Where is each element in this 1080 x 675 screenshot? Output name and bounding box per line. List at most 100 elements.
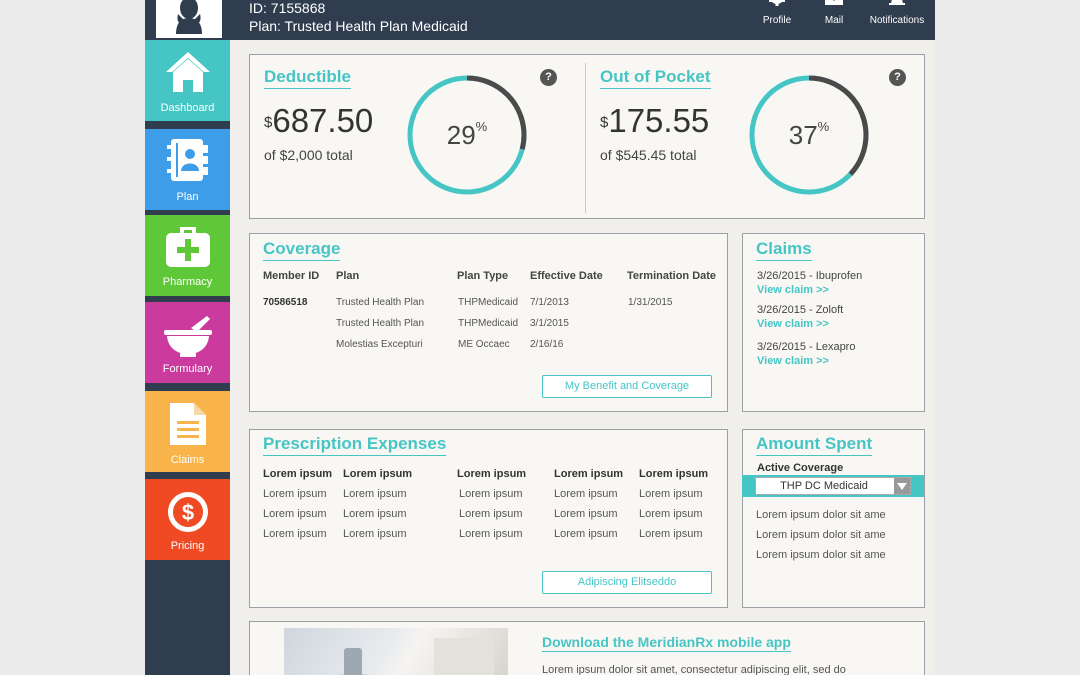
mortar-pestle-icon <box>164 316 212 357</box>
claim-item: 3/26/2015 - Ibuprofen <box>757 270 863 282</box>
sidebar-item-label: Pharmacy <box>162 276 213 288</box>
effective-date-cell: 3/1/2015 <box>530 318 569 329</box>
address-book-icon <box>167 139 208 181</box>
coverage-title: Coverage <box>263 239 341 261</box>
profile-label: Profile <box>762 15 792 26</box>
plan-type-cell: THPMedicaid <box>458 297 519 308</box>
out-of-pocket-total: of $545.45 total <box>600 147 697 163</box>
table-cell: Lorem ipsum <box>554 488 618 500</box>
view-claim-link[interactable]: View claim >> <box>757 284 829 296</box>
out-of-pocket-percent: 37% <box>747 73 871 197</box>
table-cell: Lorem ipsum <box>343 528 407 540</box>
amount-spent-line: Lorem ipsum dolor sit ame <box>756 529 886 541</box>
member-id-cell: 70586518 <box>263 297 308 308</box>
amount-spent-line: Lorem ipsum dolor sit ame <box>756 509 886 521</box>
chevron-down-icon[interactable] <box>894 478 910 494</box>
view-claim-link[interactable]: View claim >> <box>757 318 829 330</box>
table-cell: Lorem ipsum <box>263 488 327 500</box>
user-silhouette-icon <box>158 0 220 36</box>
sidebar-item-dashboard[interactable]: Dashboard <box>145 40 230 124</box>
percent-sign: % <box>475 119 488 134</box>
mail-icon <box>825 0 843 5</box>
member-id-text: ID: 7155868 <box>249 0 326 16</box>
mobile-app-description: Lorem ipsum dolor sit amet, consectetur … <box>542 664 846 675</box>
deductible-percent: 29% <box>405 73 529 197</box>
out-of-pocket-amount-value: 175.55 <box>608 102 710 139</box>
mail-button[interactable]: Mail <box>809 0 859 40</box>
table-cell: Lorem ipsum <box>263 528 327 540</box>
top-header: ID: 7155868 Plan: Trusted Health Plan Me… <box>145 0 935 40</box>
sidebar-item-plan[interactable]: Plan <box>145 129 230 213</box>
sidebar-item-pricing[interactable]: $ Pricing <box>145 479 230 563</box>
column-header: Plan <box>336 270 360 282</box>
out-of-pocket-help-icon[interactable]: ? <box>889 69 906 86</box>
column-header: Lorem ipsum <box>457 468 527 480</box>
adipiscing-button[interactable]: Adipiscing Elitseddo <box>542 571 712 594</box>
effective-date-cell: 2/16/16 <box>530 339 564 350</box>
column-header: Lorem ipsum <box>639 468 709 480</box>
plan-cell: Trusted Health Plan <box>336 297 425 308</box>
view-claim-link[interactable]: View claim >> <box>757 355 829 367</box>
column-header: Plan Type <box>457 270 509 282</box>
column-header: Member ID <box>263 270 320 282</box>
amount-spent-card: Amount Spent Active Coverage THP DC Medi… <box>742 429 925 608</box>
percent-sign: % <box>817 119 830 134</box>
sidebar-item-label: Formulary <box>162 363 213 375</box>
table-cell: Lorem ipsum <box>343 508 407 520</box>
active-coverage-bar: THP DC Medicaid <box>742 475 924 497</box>
sidebar-item-label: Claims <box>170 454 205 466</box>
table-cell: Lorem ipsum <box>639 488 703 500</box>
deductible-help-icon[interactable]: ? <box>540 69 557 86</box>
notifications-label: Notifications <box>869 15 925 26</box>
mail-label: Mail <box>824 15 844 26</box>
sidebar-item-claims[interactable]: Claims <box>145 391 230 475</box>
download-app-link[interactable]: Download the MeridianRx mobile app <box>542 633 791 652</box>
table-cell: Lorem ipsum <box>459 528 523 540</box>
currency-symbol: $ <box>264 114 273 131</box>
plan-type-cell: THPMedicaid <box>458 318 519 329</box>
table-cell: Lorem ipsum <box>263 508 327 520</box>
table-cell: Lorem ipsum <box>639 528 703 540</box>
bell-icon <box>889 0 905 5</box>
home-icon <box>166 52 210 92</box>
sidebar-item-pharmacy[interactable]: Pharmacy <box>145 215 230 299</box>
document-icon <box>170 403 206 445</box>
table-cell: Lorem ipsum <box>554 508 618 520</box>
dollar-icon: $ <box>168 492 208 532</box>
claim-item: 3/26/2015 - Lexapro <box>757 341 856 353</box>
out-of-pocket-percent-value: 37 <box>788 120 818 150</box>
member-plan-text: Plan: Trusted Health Plan Medicaid <box>249 18 468 34</box>
plan-type-cell: ME Occaec <box>458 339 510 350</box>
column-header: Lorem ipsum <box>263 468 333 480</box>
table-cell: Lorem ipsum <box>554 528 618 540</box>
sidebar-item-formulary[interactable]: Formulary <box>145 302 230 386</box>
plan-cell: Molestias Excepturi <box>336 339 423 350</box>
termination-date-cell: 1/31/2015 <box>628 297 673 308</box>
active-coverage-label: Active Coverage <box>757 462 844 474</box>
deductible-progress-ring: 29% <box>405 73 529 197</box>
active-coverage-select[interactable]: THP DC Medicaid <box>755 477 911 495</box>
active-coverage-value: THP DC Medicaid <box>780 480 868 492</box>
svg-text:$: $ <box>182 500 194 525</box>
amount-spent-line: Lorem ipsum dolor sit ame <box>756 549 886 561</box>
notifications-button[interactable]: Notifications <box>865 0 929 40</box>
column-header: Effective Date <box>530 270 603 282</box>
benefit-coverage-button[interactable]: My Benefit and Coverage <box>542 375 712 398</box>
claim-item: 3/26/2015 - Zoloft <box>757 304 844 316</box>
mobile-app-card: Download the MeridianRx mobile app Lorem… <box>249 621 925 675</box>
column-header: Termination Date <box>627 270 717 282</box>
plan-cell: Trusted Health Plan <box>336 318 425 329</box>
claims-title: Claims <box>756 239 812 261</box>
table-cell: Lorem ipsum <box>459 508 523 520</box>
coverage-card: Coverage Member ID Plan Plan Type Effect… <box>249 233 728 412</box>
effective-date-cell: 7/1/2013 <box>530 297 569 308</box>
amount-spent-title: Amount Spent <box>756 434 873 456</box>
profile-button[interactable]: Profile <box>747 0 807 40</box>
deductible-total: of $2,000 total <box>264 147 353 163</box>
deductible-amount: $687.50 <box>264 103 373 139</box>
deductible-percent-value: 29 <box>446 120 476 150</box>
avatar[interactable] <box>156 0 222 38</box>
sidebar-item-label: Dashboard <box>160 102 215 114</box>
out-of-pocket-title: Out of Pocket <box>600 67 711 89</box>
table-cell: Lorem ipsum <box>459 488 523 500</box>
